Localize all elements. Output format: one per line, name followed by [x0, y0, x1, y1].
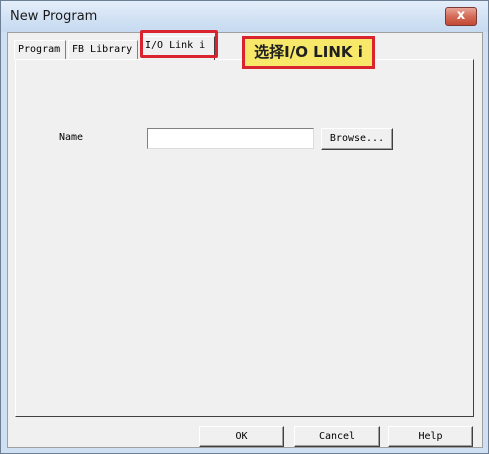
close-button[interactable]: x	[445, 7, 477, 26]
help-button[interactable]: Help	[388, 426, 473, 447]
tab-program[interactable]: Program	[14, 40, 66, 59]
new-program-dialog: New Program x Program FB Library I/O Lin…	[0, 0, 489, 454]
window-title: New Program	[10, 9, 98, 24]
tab-panel-io-link-i: Name Browse...	[15, 59, 474, 417]
annotation-callout: 选择I/O LINK i	[242, 36, 375, 69]
cancel-button[interactable]: Cancel	[294, 426, 380, 447]
dialog-body: Program FB Library I/O Link i 选择I/O LINK…	[7, 30, 483, 448]
tab-fb-library[interactable]: FB Library	[68, 40, 138, 59]
ok-button[interactable]: OK	[199, 426, 284, 447]
close-icon[interactable]: x	[457, 8, 465, 23]
browse-button[interactable]: Browse...	[321, 128, 393, 150]
title-bar[interactable]: New Program x	[1, 1, 488, 32]
name-label: Name	[59, 132, 84, 143]
tab-highlight-box	[140, 30, 218, 58]
name-input[interactable]	[147, 128, 314, 149]
